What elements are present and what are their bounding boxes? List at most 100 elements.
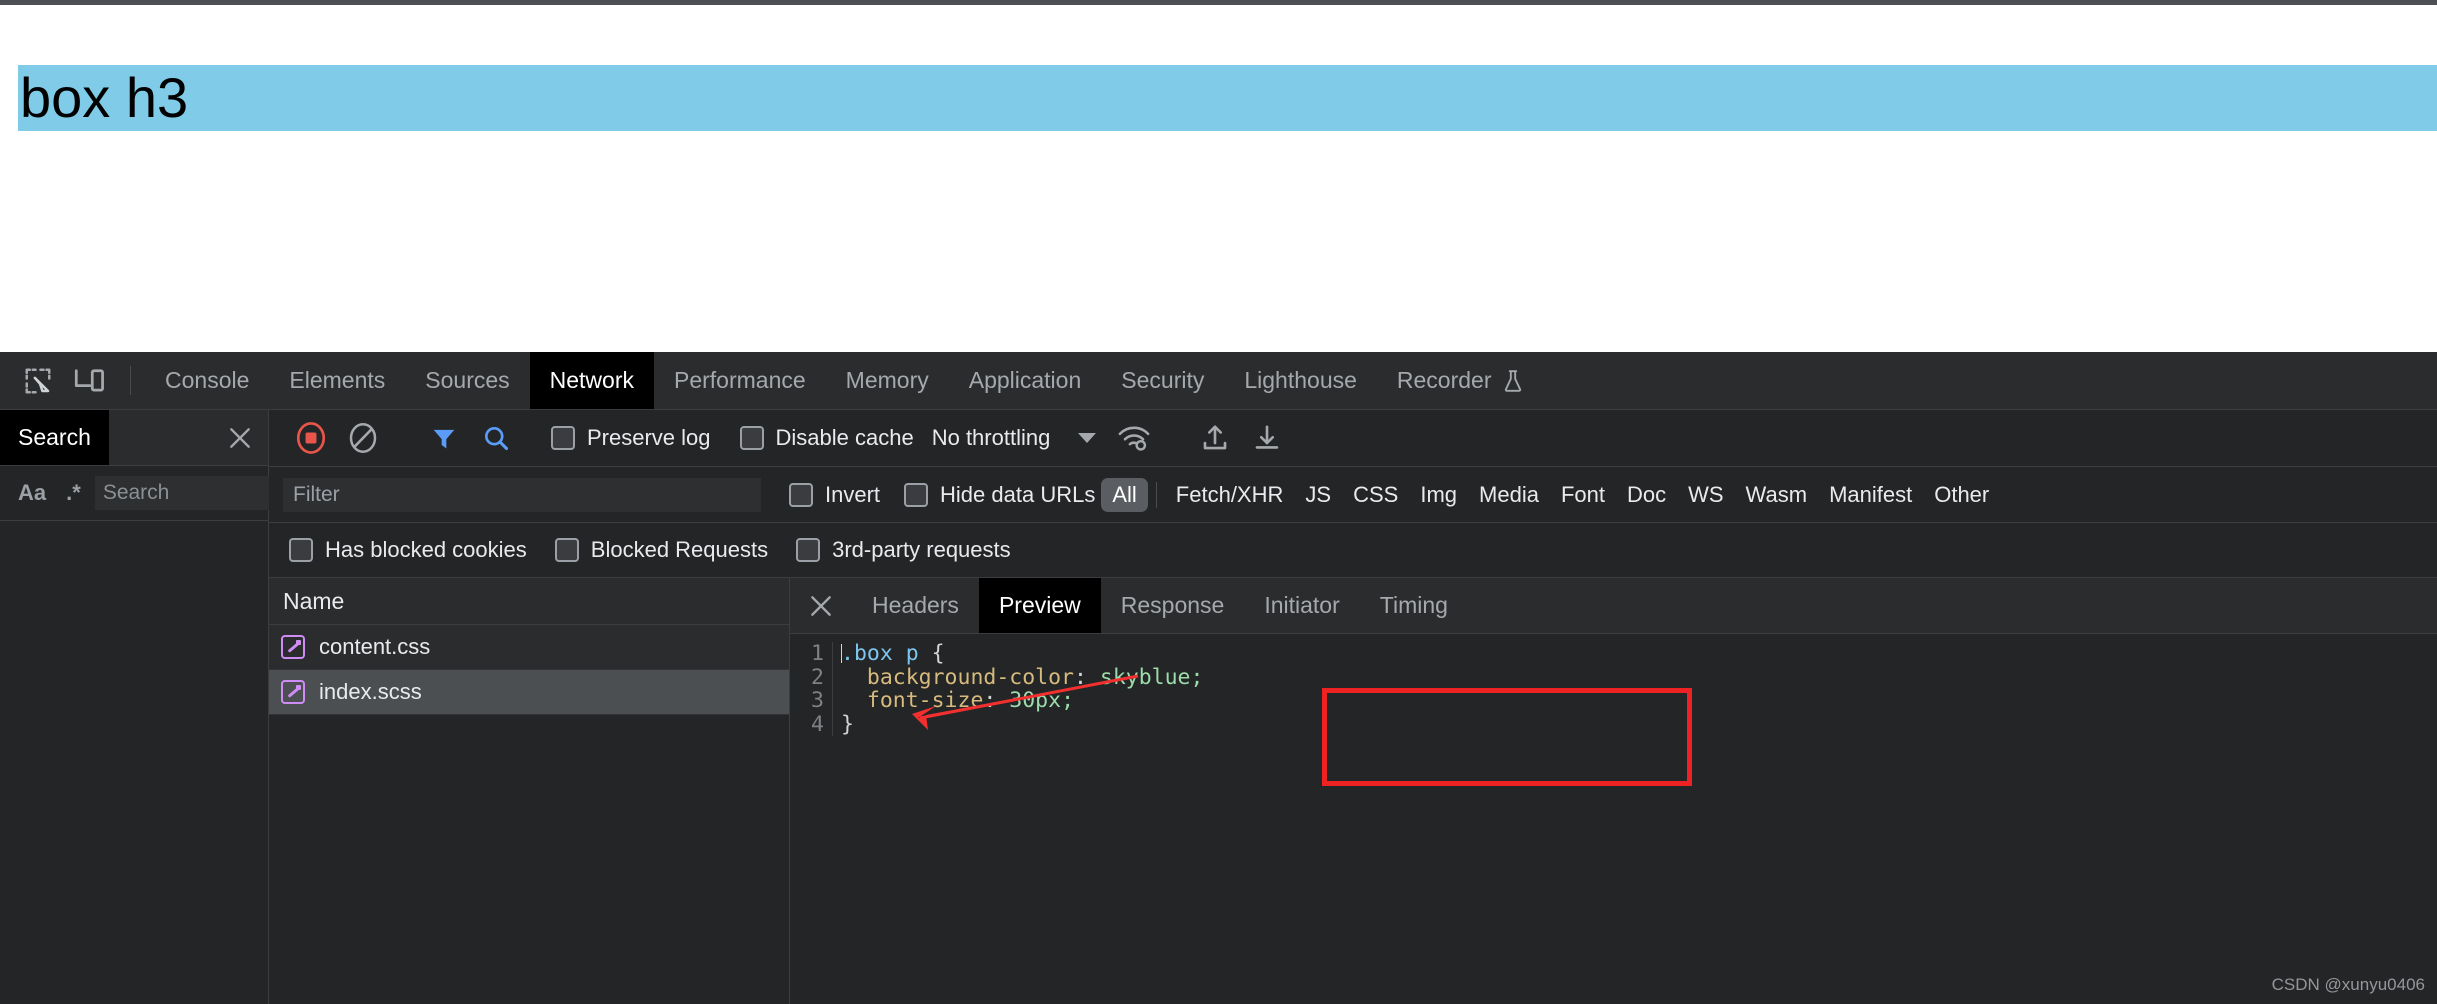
checkbox-label: Invert bbox=[825, 481, 881, 507]
tab-application[interactable]: Application bbox=[949, 352, 1102, 409]
type-filter-wasm[interactable]: Wasm bbox=[1735, 478, 1819, 512]
type-filter-js[interactable]: JS bbox=[1294, 478, 1342, 512]
checkbox-label: Hide data URLs bbox=[940, 481, 1096, 507]
tab-response[interactable]: Response bbox=[1101, 578, 1245, 633]
checkbox-label: 3rd-party requests bbox=[832, 537, 1011, 562]
line-number: 3 bbox=[811, 688, 824, 713]
stylesheet-icon bbox=[281, 680, 305, 704]
line-number: 4 bbox=[811, 711, 824, 737]
tab-label: Application bbox=[968, 367, 1082, 393]
tab-network[interactable]: Network bbox=[529, 352, 654, 409]
close-icon[interactable] bbox=[790, 578, 852, 633]
filter-funnel-icon[interactable] bbox=[418, 424, 470, 452]
tab-headers[interactable]: Headers bbox=[852, 578, 979, 633]
type-filter-css[interactable]: CSS bbox=[1342, 478, 1409, 512]
tab-recorder[interactable]: Recorder bbox=[1377, 352, 1544, 409]
invert-checkbox[interactable]: Invert bbox=[789, 482, 880, 508]
request-details-pane: Headers Preview Response Initiator Timin… bbox=[790, 578, 2437, 1004]
code-line: } bbox=[841, 711, 854, 737]
request-name: content.css bbox=[319, 634, 431, 659]
request-list: Name content.css index.scss bbox=[269, 578, 790, 1004]
type-filter-fetch-xhr[interactable]: Fetch/XHR bbox=[1165, 478, 1295, 512]
tab-security[interactable]: Security bbox=[1101, 352, 1224, 409]
stylesheet-icon bbox=[281, 635, 305, 659]
checkbox-box bbox=[739, 426, 764, 450]
tab-preview[interactable]: Preview bbox=[978, 578, 1101, 633]
tab-sources[interactable]: Sources bbox=[405, 352, 529, 409]
tab-console[interactable]: Console bbox=[145, 352, 269, 409]
network-split: Name content.css index.scss Headers Prev… bbox=[269, 578, 2437, 1004]
export-har-icon[interactable] bbox=[1241, 423, 1293, 453]
wifi-settings-icon[interactable] bbox=[1108, 423, 1160, 453]
tab-label: Recorder bbox=[1396, 367, 1492, 393]
checkbox-label: Preserve log bbox=[587, 425, 711, 450]
throttling-select[interactable]: No throttling bbox=[932, 425, 1097, 451]
tab-label: Lighthouse bbox=[1244, 367, 1357, 393]
request-list-header[interactable]: Name bbox=[269, 578, 789, 625]
code-line: background-color: skyblue; bbox=[866, 664, 1204, 690]
tab-lighthouse[interactable]: Lighthouse bbox=[1224, 352, 1377, 409]
type-filter-ws[interactable]: WS bbox=[1677, 478, 1734, 512]
has-blocked-cookies-checkbox[interactable]: Has blocked cookies bbox=[289, 537, 527, 563]
tab-label: Preview bbox=[998, 592, 1081, 618]
tab-timing[interactable]: Timing bbox=[1360, 578, 1468, 633]
column-header-name: Name bbox=[283, 587, 345, 614]
tab-label: Console bbox=[165, 367, 250, 393]
code-line: .box p { bbox=[841, 641, 945, 666]
type-filter-font[interactable]: Font bbox=[1550, 478, 1616, 512]
tab-elements[interactable]: Elements bbox=[269, 352, 405, 409]
type-filter-doc[interactable]: Doc bbox=[1616, 478, 1677, 512]
type-filter-manifest[interactable]: Manifest bbox=[1818, 478, 1923, 512]
import-har-icon[interactable] bbox=[1189, 423, 1241, 453]
hide-data-urls-checkbox[interactable]: Hide data URLs bbox=[904, 482, 1095, 508]
tab-label: Elements bbox=[289, 367, 386, 393]
network-panel: Preserve log Disable cache No throttling bbox=[269, 410, 2437, 1004]
regex-icon[interactable]: .* bbox=[56, 476, 91, 510]
network-options-row: Has blocked cookies Blocked Requests 3rd… bbox=[269, 523, 2437, 578]
filter-divider bbox=[1155, 481, 1157, 508]
blocked-requests-checkbox[interactable]: Blocked Requests bbox=[554, 537, 769, 563]
type-filter-img[interactable]: Img bbox=[1409, 478, 1468, 512]
code-viewer[interactable]: 1234 .box p { background-color: skyblue;… bbox=[790, 642, 1203, 736]
match-case-icon[interactable]: Aa bbox=[8, 476, 56, 510]
search-panel-tab[interactable]: Search bbox=[0, 410, 109, 465]
table-row[interactable]: index.scss bbox=[269, 670, 789, 715]
page-content: box h3 bbox=[18, 65, 2437, 132]
type-filter-media[interactable]: Media bbox=[1468, 478, 1550, 512]
record-stop-icon[interactable] bbox=[285, 421, 337, 455]
tab-memory[interactable]: Memory bbox=[826, 352, 949, 409]
search-results-list bbox=[0, 521, 268, 1004]
throttling-value: No throttling bbox=[931, 425, 1051, 450]
watermark: CSDN @xunyu0406 bbox=[2271, 975, 2425, 994]
tab-performance[interactable]: Performance bbox=[654, 352, 826, 409]
code-line: font-size: 30px; bbox=[866, 688, 1075, 713]
checkbox-label: Blocked Requests bbox=[590, 537, 769, 562]
inspect-element-icon[interactable] bbox=[12, 352, 64, 409]
clear-icon[interactable] bbox=[337, 422, 389, 454]
checkbox-box bbox=[554, 538, 579, 562]
search-toolbar: Aa .* bbox=[0, 466, 436, 521]
checkbox-label: Disable cache bbox=[775, 425, 914, 450]
tab-label: Memory bbox=[845, 367, 929, 393]
checkbox-box bbox=[789, 482, 813, 507]
search-panel-tab-label: Search bbox=[18, 424, 91, 450]
filter-input[interactable] bbox=[283, 477, 761, 512]
devtools-tabstrip: Console Elements Sources Network Perform… bbox=[0, 352, 2437, 410]
search-panel-header: Search bbox=[0, 410, 268, 466]
close-icon[interactable] bbox=[212, 410, 268, 465]
search-icon[interactable] bbox=[470, 424, 522, 452]
code-text[interactable]: .box p { background-color: skyblue; font… bbox=[832, 642, 1203, 736]
checkbox-box bbox=[289, 538, 313, 562]
device-toolbar-icon[interactable] bbox=[64, 352, 116, 409]
type-filter-all[interactable]: All bbox=[1101, 477, 1148, 512]
tab-initiator[interactable]: Initiator bbox=[1244, 578, 1359, 633]
preserve-log-checkbox[interactable]: Preserve log bbox=[551, 425, 711, 451]
line-number: 2 bbox=[811, 664, 824, 690]
browser-page-viewport: box h3 bbox=[0, 0, 2437, 352]
line-number-gutter: 1234 bbox=[790, 642, 832, 736]
third-party-requests-checkbox[interactable]: 3rd-party requests bbox=[796, 537, 1011, 563]
type-filter-other[interactable]: Other bbox=[1923, 478, 2000, 512]
request-details-tabs: Headers Preview Response Initiator Timin… bbox=[790, 578, 2437, 634]
table-row[interactable]: content.css bbox=[269, 625, 789, 670]
disable-cache-checkbox[interactable]: Disable cache bbox=[739, 425, 914, 451]
